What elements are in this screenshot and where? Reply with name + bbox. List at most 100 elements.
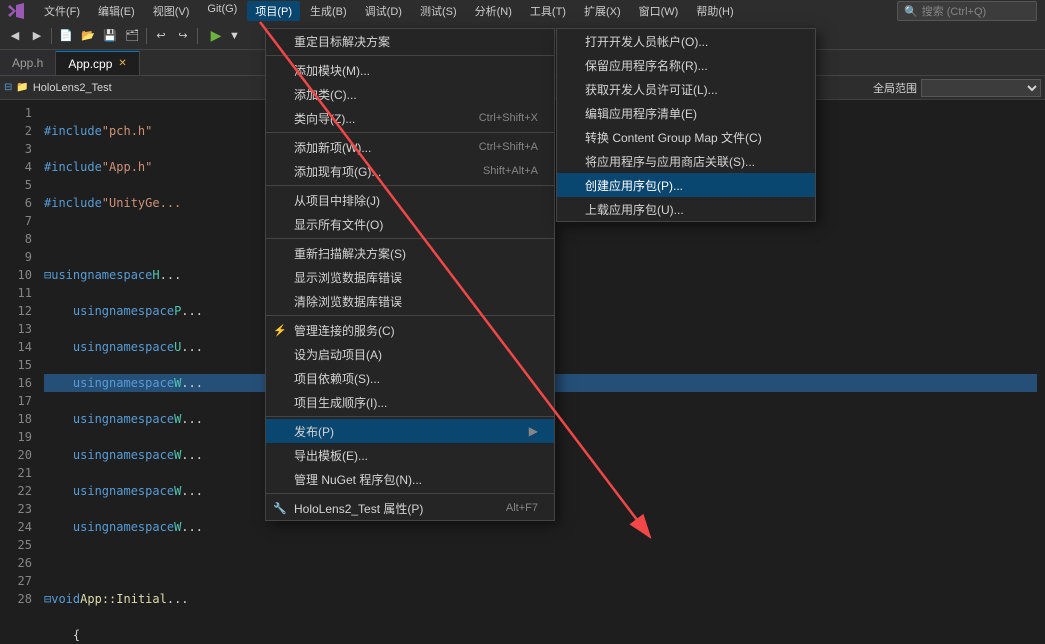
dev-license-label: 获取开发人员许可证(L)... bbox=[585, 81, 718, 98]
sep2 bbox=[146, 28, 147, 44]
menu-nuget[interactable]: 管理 NuGet 程序包(N)... bbox=[266, 467, 554, 491]
debug-config: ▼ bbox=[229, 30, 240, 42]
submenu-dev-account[interactable]: 打开开发人员帐户(O)... bbox=[557, 29, 815, 53]
sep-1 bbox=[266, 55, 554, 56]
menu-manage-services[interactable]: ⚡ 管理连接的服务(C) bbox=[266, 318, 554, 342]
submenu-associate-store[interactable]: 将应用程序与应用商店关联(S)... bbox=[557, 149, 815, 173]
tab-apph[interactable]: App.h bbox=[0, 51, 56, 75]
wrench-icon: 🔧 bbox=[272, 500, 288, 516]
clear-errors-label: 清除浏览数据库错误 bbox=[294, 293, 402, 310]
save-all-btn[interactable]: 🗂 bbox=[121, 25, 143, 47]
menu-add-module[interactable]: 添加模块(M)... bbox=[266, 58, 554, 82]
menu-set-startup[interactable]: 设为启动项目(A) bbox=[266, 342, 554, 366]
edit-manifest-label: 编辑应用程序清单(E) bbox=[585, 105, 697, 122]
menu-show-all[interactable]: 显示所有文件(O) bbox=[266, 212, 554, 236]
tab-appcpp-label: App.cpp bbox=[68, 57, 112, 71]
add-new-shortcut: Ctrl+Shift+A bbox=[479, 141, 538, 153]
sep-3 bbox=[266, 185, 554, 186]
create-package-label: 创建应用序包(P)... bbox=[585, 177, 683, 194]
context-menu: 重定目标解决方案 添加模块(M)... 添加类(C)... 类向导(Z)... … bbox=[265, 28, 555, 521]
menu-view[interactable]: 视图(V) bbox=[145, 1, 198, 21]
menu-tools[interactable]: 工具(T) bbox=[522, 1, 574, 21]
menu-clear-errors[interactable]: 清除浏览数据库错误 bbox=[266, 289, 554, 313]
menu-exclude[interactable]: 从项目中排除(J) bbox=[266, 188, 554, 212]
menu-class-wizard[interactable]: 类向导(Z)... Ctrl+Shift+X bbox=[266, 106, 554, 130]
properties-label: HoloLens2_Test 属性(P) bbox=[294, 500, 423, 517]
forward-btn[interactable]: ▶ bbox=[26, 25, 48, 47]
submenu-create-package[interactable]: 创建应用序包(P)... bbox=[557, 173, 815, 197]
menu-build-order[interactable]: 项目生成顺序(I)... bbox=[266, 390, 554, 414]
associate-store-label: 将应用程序与应用商店关联(S)... bbox=[585, 153, 755, 170]
save-btn[interactable]: 💾 bbox=[99, 25, 121, 47]
tab-close-appcpp[interactable]: ✕ bbox=[118, 58, 126, 69]
menu-extensions[interactable]: 扩展(X) bbox=[576, 1, 629, 21]
project-icon: 📁 bbox=[16, 82, 28, 93]
menu-window[interactable]: 窗口(W) bbox=[631, 1, 687, 21]
rescan-label: 重新扫描解决方案(S) bbox=[294, 245, 406, 262]
publish-label: 发布(P) bbox=[294, 423, 334, 440]
undo-btn[interactable]: ↩ bbox=[150, 25, 172, 47]
menu-properties[interactable]: 🔧 HoloLens2_Test 属性(P) Alt+F7 bbox=[266, 496, 554, 520]
submenu-edit-manifest[interactable]: 编辑应用程序清单(E) bbox=[557, 101, 815, 125]
collapse-icon: ⊟ bbox=[4, 82, 12, 93]
menu-export-template[interactable]: 导出模板(E)... bbox=[266, 443, 554, 467]
breadcrumb: HoloLens2_Test bbox=[33, 82, 112, 94]
tab-appcpp[interactable]: App.cpp ✕ bbox=[56, 51, 139, 75]
set-startup-label: 设为启动项目(A) bbox=[294, 346, 382, 363]
class-wizard-shortcut: Ctrl+Shift+X bbox=[479, 112, 538, 124]
menu-project-deps[interactable]: 项目依赖项(S)... bbox=[266, 366, 554, 390]
scope-label: 全局范围 bbox=[873, 80, 917, 96]
sep3 bbox=[197, 28, 198, 44]
content-group-label: 转换 Content Group Map 文件(C) bbox=[585, 129, 762, 146]
sep-5 bbox=[266, 315, 554, 316]
menu-help[interactable]: 帮助(H) bbox=[688, 1, 741, 21]
menu-analyze[interactable]: 分析(N) bbox=[467, 1, 520, 21]
retarget-label: 重定目标解决方案 bbox=[294, 33, 390, 50]
menu-add-existing[interactable]: 添加现有项(G)... Shift+Alt+A bbox=[266, 159, 554, 183]
menu-file[interactable]: 文件(F) bbox=[36, 1, 88, 21]
menu-publish[interactable]: 发布(P) ▶ bbox=[266, 419, 554, 443]
sep-4 bbox=[266, 238, 554, 239]
search-icon: 🔍 bbox=[904, 5, 918, 18]
new-btn[interactable]: 📄 bbox=[55, 25, 77, 47]
project-deps-label: 项目依赖项(S)... bbox=[294, 370, 380, 387]
menu-add-new[interactable]: 添加新项(W)... Ctrl+Shift+A bbox=[266, 135, 554, 159]
tab-apph-label: App.h bbox=[12, 56, 43, 70]
dev-account-label: 打开开发人员帐户(O)... bbox=[585, 33, 708, 50]
submenu-upload-package[interactable]: 上载应用序包(U)... bbox=[557, 197, 815, 221]
submenu-dev-license[interactable]: 获取开发人员许可证(L)... bbox=[557, 77, 815, 101]
code-line-13 bbox=[44, 554, 1037, 572]
menu-add-class[interactable]: 添加类(C)... bbox=[266, 82, 554, 106]
menu-debug[interactable]: 调试(D) bbox=[357, 1, 410, 21]
back-btn[interactable]: ◀ bbox=[4, 25, 26, 47]
sep-6 bbox=[266, 416, 554, 417]
add-existing-shortcut: Shift+Alt+A bbox=[483, 165, 538, 177]
class-wizard-label: 类向导(Z)... bbox=[294, 110, 355, 127]
exclude-label: 从项目中排除(J) bbox=[294, 192, 380, 209]
open-btn[interactable]: 📂 bbox=[77, 25, 99, 47]
menu-rescan[interactable]: 重新扫描解决方案(S) bbox=[266, 241, 554, 265]
submenu-reserve-name[interactable]: 保留应用程序名称(R)... bbox=[557, 53, 815, 77]
redo-btn[interactable]: ↪ bbox=[172, 25, 194, 47]
sub-context-menu: 打开开发人员帐户(O)... 保留应用程序名称(R)... 获取开发人员许可证(… bbox=[556, 28, 816, 222]
menu-git[interactable]: Git(G) bbox=[199, 1, 245, 21]
menu-test[interactable]: 测试(S) bbox=[412, 1, 465, 21]
debug-start[interactable]: ▶ bbox=[205, 25, 227, 47]
menu-retarget[interactable]: 重定目标解决方案 bbox=[266, 29, 554, 53]
services-icon: ⚡ bbox=[272, 322, 288, 338]
submenu-arrow-icon: ▶ bbox=[529, 424, 538, 438]
code-line-15: { bbox=[44, 626, 1037, 644]
show-errors-label: 显示浏览数据库错误 bbox=[294, 269, 402, 286]
scope-select[interactable] bbox=[921, 79, 1041, 97]
export-template-label: 导出模板(E)... bbox=[294, 447, 368, 464]
add-module-label: 添加模块(M)... bbox=[294, 62, 370, 79]
submenu-content-group[interactable]: 转换 Content Group Map 文件(C) bbox=[557, 125, 815, 149]
menu-show-errors[interactable]: 显示浏览数据库错误 bbox=[266, 265, 554, 289]
menu-build[interactable]: 生成(B) bbox=[302, 1, 355, 21]
menu-project[interactable]: 项目(P) bbox=[247, 1, 300, 21]
menu-edit[interactable]: 编辑(E) bbox=[90, 1, 143, 21]
menu-bar: 文件(F) 编辑(E) 视图(V) Git(G) 项目(P) 生成(B) 调试(… bbox=[36, 1, 742, 21]
search-box[interactable]: 🔍 搜索 (Ctrl+Q) bbox=[897, 1, 1037, 21]
line-numbers: 12345 678910 1112131415 1617181920 21222… bbox=[0, 100, 36, 644]
code-line-14: ⊟void App::Initial... bbox=[44, 590, 1037, 608]
